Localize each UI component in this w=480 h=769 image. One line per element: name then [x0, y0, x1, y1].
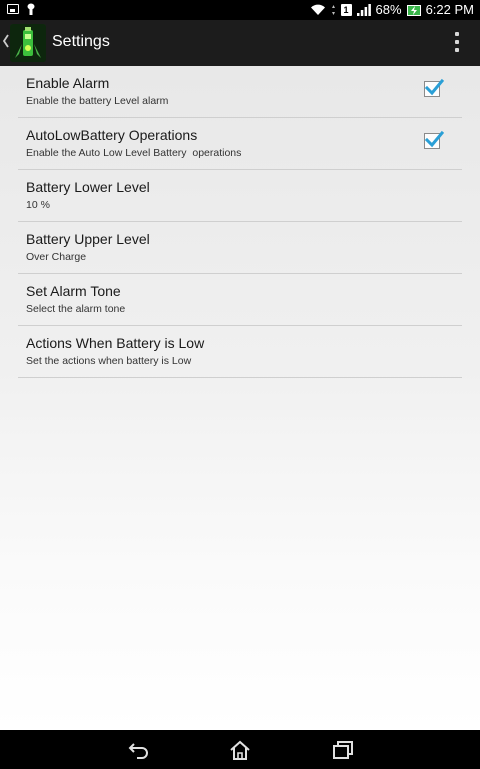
wifi-icon: [310, 4, 325, 16]
pref-battery-lower-level[interactable]: Battery Lower Level 10 %: [18, 170, 462, 222]
home-icon[interactable]: [229, 739, 251, 761]
image-icon: [7, 4, 19, 14]
pref-title: Enable Alarm: [26, 75, 110, 91]
status-bar-left: [7, 3, 35, 15]
sim-icon: 1: [340, 4, 352, 16]
pref-actions-when-low[interactable]: Actions When Battery is Low Set the acti…: [18, 326, 462, 378]
preference-list: Enable Alarm Enable the battery Level al…: [18, 66, 462, 378]
status-bar: 1 68% 6:22 PM: [0, 0, 480, 20]
back-chevron-icon[interactable]: [2, 33, 10, 49]
pref-summary: Set the actions when battery is Low: [26, 355, 192, 367]
pref-summary: Select the alarm tone: [26, 303, 126, 315]
settings-content: Enable Alarm Enable the battery Level al…: [0, 66, 480, 730]
android-icon: [27, 3, 35, 15]
battery-percent: 68%: [375, 2, 402, 17]
battery-charging-icon: [406, 4, 421, 16]
action-bar: Settings: [0, 20, 480, 66]
pref-summary: 10 %: [26, 199, 50, 211]
pref-title: Battery Upper Level: [26, 231, 150, 247]
enable-alarm-checkbox[interactable]: [424, 78, 444, 97]
data-arrows-icon: [331, 5, 335, 15]
checkmark-icon: [424, 78, 444, 96]
signal-icon: [356, 4, 371, 16]
recent-apps-icon[interactable]: [332, 739, 354, 761]
pref-summary: Enable the Auto Low Level Battery operat…: [26, 147, 242, 159]
overflow-menu-icon[interactable]: [454, 32, 460, 52]
page-title: Settings: [52, 33, 110, 50]
pref-title: Battery Lower Level: [26, 179, 150, 195]
pref-set-alarm-tone[interactable]: Set Alarm Tone Select the alarm tone: [18, 274, 462, 326]
navigation-bar: [0, 730, 480, 769]
auto-low-battery-checkbox[interactable]: [424, 130, 444, 149]
pref-enable-alarm[interactable]: Enable Alarm Enable the battery Level al…: [18, 66, 462, 118]
status-time: 6:22 PM: [425, 2, 474, 17]
pref-title: Set Alarm Tone: [26, 283, 121, 299]
back-icon[interactable]: [128, 739, 150, 761]
pref-summary: Enable the battery Level alarm: [26, 95, 169, 107]
pref-title: AutoLowBattery Operations: [26, 127, 198, 143]
pref-battery-upper-level[interactable]: Battery Upper Level Over Charge: [18, 222, 462, 274]
pref-summary: Over Charge: [26, 251, 87, 263]
pref-auto-low-battery[interactable]: AutoLowBattery Operations Enable the Aut…: [18, 118, 462, 170]
app-battery-icon[interactable]: [10, 24, 46, 62]
checkmark-icon: [424, 130, 444, 148]
pref-title: Actions When Battery is Low: [26, 335, 205, 351]
status-bar-right: 1 68% 6:22 PM: [310, 1, 474, 19]
